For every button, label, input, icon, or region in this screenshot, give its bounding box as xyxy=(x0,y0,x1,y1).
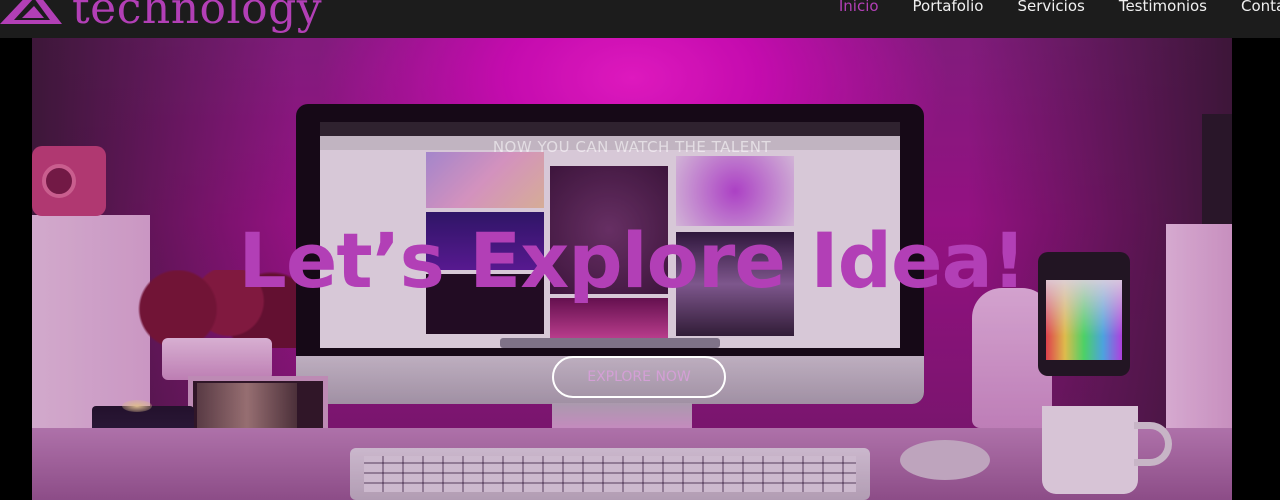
nav-item-servicios[interactable]: Servicios xyxy=(1000,0,1101,22)
logo[interactable]: technology xyxy=(0,0,322,38)
nav-item-contact[interactable]: Contact xyxy=(1224,0,1280,22)
page-gutter-right xyxy=(1232,38,1280,500)
hero-headline: Let’s Explore Idea! xyxy=(238,216,1026,305)
hero-subtitle: NOW YOU CAN WATCH THE TALENT xyxy=(492,138,772,156)
explore-now-button[interactable]: EXPLORE NOW xyxy=(552,356,726,398)
nav-item-inicio[interactable]: Inicio xyxy=(822,0,896,22)
brand-name: technology xyxy=(72,0,323,34)
hero-banner: NOW YOU CAN WATCH THE TALENT Let’s Explo… xyxy=(32,38,1232,500)
main-nav: Inicio Portafolio Servicios Testimonios … xyxy=(822,0,1280,22)
page-gutter-left xyxy=(0,38,32,500)
logo-mark-icon xyxy=(0,0,62,26)
site-header: technology Inicio Portafolio Servicios T… xyxy=(0,0,1280,38)
nav-item-testimonios[interactable]: Testimonios xyxy=(1102,0,1224,22)
nav-item-portafolio[interactable]: Portafolio xyxy=(896,0,1001,22)
